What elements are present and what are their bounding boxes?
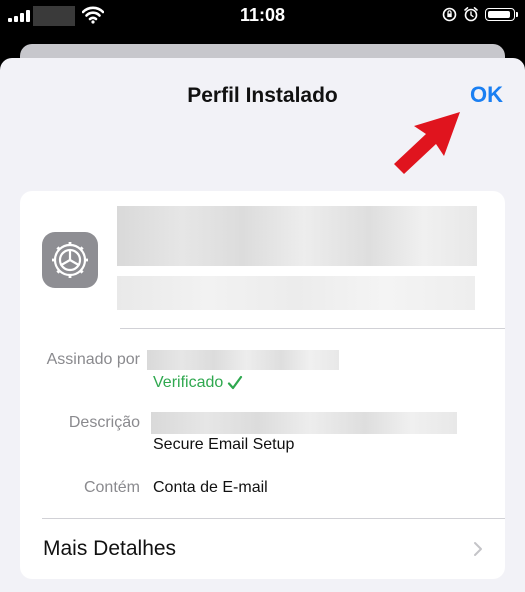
settings-gear-icon [42,232,98,288]
chevron-right-icon [474,542,482,556]
more-details-label: Mais Detalhes [43,537,177,560]
ok-button[interactable]: OK [470,82,503,108]
alarm-icon [464,7,478,22]
verified-status: Verificado [153,374,243,392]
header-divider [120,328,505,329]
status-bar: 11:08 [0,0,525,32]
contains-label: Contém [83,479,140,496]
profile-installed-sheet: Perfil Instalado OK Assinado por Verific… [0,58,525,592]
page-title: Perfil Instalado [187,84,338,107]
red-arrow-annotation-icon [394,112,460,174]
description-redacted [151,412,457,434]
more-details-row[interactable]: Mais Detalhes [20,519,505,579]
description-label: Descrição [68,414,140,431]
checkmark-icon [228,375,243,390]
orientation-lock-icon [442,7,457,21]
signer-redacted [147,350,339,370]
battery-icon [485,7,518,21]
contains-value: Conta de E-mail [153,479,268,496]
verified-label: Verificado [153,374,224,391]
description-value: Secure Email Setup [153,436,295,453]
profile-name-redacted [117,206,477,266]
signed-by-label: Assinado por [46,351,140,368]
profile-subtitle-redacted [117,276,475,310]
